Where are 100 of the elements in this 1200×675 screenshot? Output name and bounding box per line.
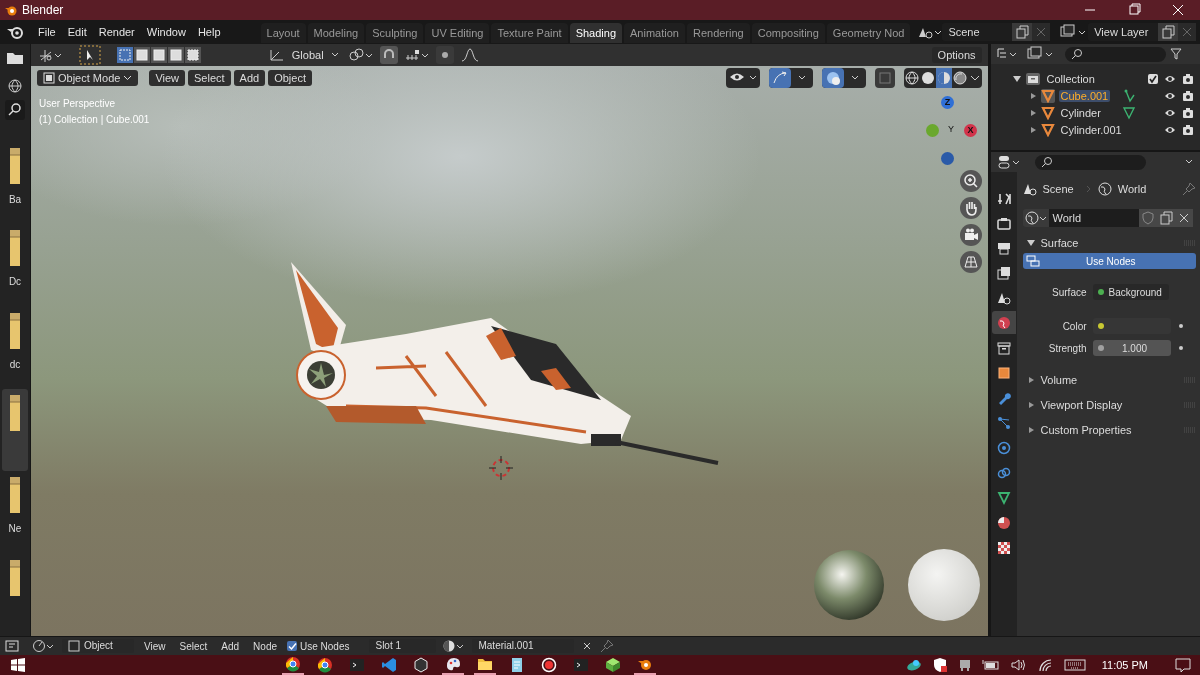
snap-magnet-icon[interactable] (379, 46, 398, 64)
camera-icon[interactable] (1182, 106, 1194, 119)
menu-item[interactable]: File (32, 26, 62, 38)
keyframe-dot[interactable] (1178, 346, 1183, 350)
world-name-field[interactable]: World (1048, 209, 1139, 227)
menu-item[interactable]: Node (249, 640, 281, 652)
view-layer-field[interactable]: View Layer (1088, 23, 1158, 41)
selection-mode-button[interactable] (151, 47, 167, 63)
collapsed-arrow-icon[interactable] (1028, 125, 1037, 134)
overlay-toggle-icon[interactable] (821, 68, 866, 88)
drive-icon[interactable] (957, 658, 972, 672)
camera-icon[interactable] (960, 224, 982, 246)
workspace-tab[interactable]: Sculpting (366, 23, 424, 43)
shader-type-icon[interactable] (32, 639, 56, 653)
security-shield-icon[interactable] (931, 657, 948, 673)
object-dropdown[interactable]: Object (62, 639, 134, 653)
globe-icon[interactable] (1022, 209, 1049, 227)
windows-logo-icon[interactable] (10, 657, 26, 673)
axis-ball[interactable]: Z (941, 96, 954, 109)
menu-item[interactable]: Help (191, 26, 227, 38)
folder-entry[interactable]: dc (2, 306, 28, 389)
workspace-tab[interactable]: Geometry Nod (826, 23, 911, 43)
expanded-arrow-icon[interactable] (1026, 238, 1035, 247)
panel-header[interactable]: Custom Properties (1040, 423, 1132, 436)
visibility-eye-icon[interactable] (725, 68, 760, 88)
panel-header[interactable]: Volume (1040, 373, 1078, 386)
panel-header[interactable]: Surface (1040, 236, 1079, 249)
folder-entry[interactable]: Ba (2, 142, 28, 225)
notification-icon[interactable] (1174, 657, 1192, 673)
globe-icon[interactable] (5, 76, 25, 96)
keyboard-icon[interactable] (1063, 658, 1086, 672)
workspace-tab[interactable]: Layout (260, 23, 306, 43)
folder-entry[interactable] (2, 389, 28, 472)
exclude-checkbox[interactable] (1148, 73, 1158, 84)
palette-icon[interactable] (441, 655, 464, 675)
globe-icon[interactable] (991, 311, 1016, 334)
menu-item[interactable]: Add (217, 640, 244, 652)
camera-icon[interactable] (1182, 72, 1194, 85)
material-shading-button[interactable] (935, 68, 952, 88)
menu-button[interactable]: Select (188, 70, 231, 86)
outliner-item[interactable]: Cube.001 (1058, 89, 1111, 102)
filter-icon[interactable] (1169, 47, 1182, 61)
search-field[interactable] (1064, 46, 1166, 62)
clock-time[interactable]: 11:05 PM (1101, 659, 1148, 671)
axis-ball[interactable]: X (964, 124, 977, 137)
camera-icon[interactable] (1182, 123, 1194, 136)
folder-icon[interactable] (5, 50, 25, 66)
scene-field[interactable]: Scene (942, 23, 1013, 41)
select-tool-icon[interactable] (79, 45, 101, 65)
search-field[interactable] (1034, 154, 1146, 170)
duplicate-icon[interactable] (1158, 23, 1178, 41)
workspace-tab[interactable]: UV Editing (425, 23, 490, 43)
collapsed-arrow-icon[interactable] (1028, 108, 1037, 117)
axis-ball[interactable] (941, 152, 954, 165)
search-icon[interactable] (5, 100, 25, 120)
camera-icon[interactable] (1182, 89, 1194, 102)
selection-mode-button[interactable] (134, 47, 150, 63)
material-name-field[interactable]: Material.001 (472, 639, 575, 653)
workspace-tab[interactable]: Texture Paint (491, 23, 568, 43)
blender-logo-icon[interactable] (6, 25, 24, 39)
proportional-edit-icon[interactable] (435, 46, 454, 64)
number-field[interactable]: 1.000 (1092, 340, 1171, 356)
selection-mode-button[interactable] (168, 47, 184, 63)
selection-mode-button[interactable] (185, 47, 201, 63)
pin-icon[interactable] (1182, 182, 1196, 196)
outliner-item[interactable]: Cylinder.001 (1058, 123, 1124, 136)
slot-dropdown[interactable]: Slot 1 (369, 639, 437, 653)
workspace-tab[interactable]: Compositing (751, 23, 825, 43)
menu-item[interactable]: View (140, 640, 170, 652)
use-nodes-checkbox[interactable]: Use Nodes (287, 640, 350, 652)
panel-header[interactable]: Viewport Display (1040, 398, 1123, 411)
wireframe-shading-button[interactable] (903, 68, 920, 88)
menu-button[interactable]: Add (233, 70, 266, 86)
gizmo-toggle-icon[interactable] (768, 68, 813, 88)
folder-entry[interactable]: Dc (2, 224, 28, 307)
use-nodes-button[interactable]: Use Nodes (1022, 253, 1196, 269)
workspace-tab[interactable]: Rendering (686, 23, 750, 43)
outliner-item[interactable]: Cylinder (1058, 106, 1103, 119)
menu-item[interactable]: Edit (61, 26, 93, 38)
menu-item[interactable]: Window (140, 26, 192, 38)
orientation-dropdown[interactable]: Global (291, 49, 324, 61)
collapsed-arrow-icon[interactable] (1026, 400, 1035, 409)
battery-icon[interactable] (981, 658, 1000, 672)
image-stack-icon[interactable] (1024, 46, 1055, 62)
color-field[interactable] (1092, 318, 1171, 334)
menu-button[interactable]: Object (268, 70, 312, 86)
socket-link-field[interactable]: Background (1092, 284, 1169, 300)
falloff-curve-icon[interactable] (459, 46, 480, 64)
circle-app-icon[interactable] (281, 655, 304, 675)
wifi-icon[interactable] (1037, 658, 1054, 672)
mode-dropdown[interactable]: Object Mode (37, 70, 139, 86)
rendered-shading-button[interactable] (951, 68, 968, 88)
workspace-tab[interactable]: Modeling (307, 23, 365, 43)
expanded-arrow-icon[interactable] (1012, 74, 1021, 83)
hand-icon[interactable] (960, 197, 982, 219)
menu-item[interactable]: Render (92, 26, 141, 38)
collapsed-arrow-icon[interactable] (1026, 375, 1035, 384)
keyframe-dot[interactable] (1178, 324, 1183, 328)
collapsed-arrow-icon[interactable] (1028, 91, 1037, 100)
workspace-tab[interactable]: Animation (624, 23, 685, 43)
